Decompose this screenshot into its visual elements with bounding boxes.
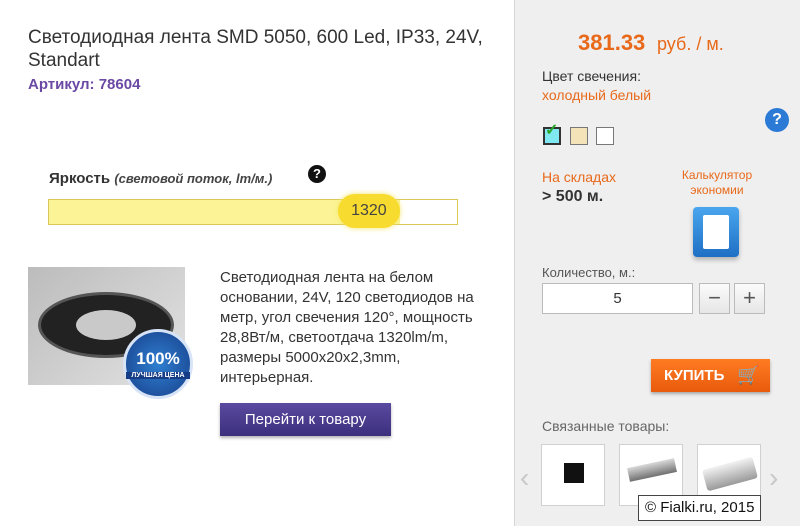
product-panel: Светодиодная лента SMD 5050, 600 Led, IP…: [0, 0, 514, 526]
buy-button-label: КУПИТЬ: [664, 367, 725, 384]
product-description: Светодиодная лента на белом основании, 2…: [220, 269, 474, 386]
help-icon[interactable]: ?: [765, 108, 789, 132]
chevron-left-icon[interactable]: ‹: [520, 462, 529, 494]
chevron-right-icon[interactable]: ›: [769, 462, 778, 494]
checkmark-icon: ✓: [545, 122, 559, 139]
question-icon[interactable]: ?: [308, 165, 326, 183]
product-title: Светодиодная лента SMD 5050, 600 Led, IP…: [28, 27, 483, 71]
brightness-value: 1320: [337, 194, 400, 228]
product-image[interactable]: 100% ЛУЧШАЯ ЦЕНА: [28, 267, 193, 399]
color-label: Цвет свечения:: [542, 68, 641, 84]
color-swatch-white[interactable]: [596, 127, 614, 145]
quantity-input[interactable]: 5: [542, 283, 693, 314]
cart-icon: 🛒: [737, 365, 760, 385]
color-swatch-warm-white[interactable]: [570, 127, 588, 145]
best-price-badge: 100% ЛУЧШАЯ ЦЕНА: [123, 329, 193, 399]
badge-percent: 100%: [136, 349, 180, 368]
calculator-icon[interactable]: [693, 207, 739, 257]
goto-product-button[interactable]: Перейти к товару: [220, 403, 391, 436]
price-value: 381.33: [578, 30, 646, 55]
brightness-subtitle: (световой поток, lm/м.): [114, 171, 273, 186]
related-products-label: Связанные товары:: [542, 418, 670, 434]
buy-button[interactable]: КУПИТЬ 🛒: [651, 359, 770, 392]
stock-value: > 500 м.: [542, 188, 604, 205]
quantity-increase-button[interactable]: +: [734, 283, 765, 314]
article-number: Артикул: 78604: [28, 76, 141, 93]
price-unit: руб. / м.: [657, 34, 724, 54]
brightness-title: Яркость: [49, 170, 111, 187]
quantity-decrease-button[interactable]: −: [699, 283, 730, 314]
color-value: холодный белый: [542, 87, 652, 103]
brightness-bar: 1320: [48, 194, 458, 228]
quantity-label: Количество, м.:: [542, 265, 636, 280]
watermark: © Fialki.ru, 2015: [638, 495, 762, 521]
savings-calculator-link[interactable]: Калькулятор экономии: [672, 168, 762, 198]
stock-label: На складах: [542, 169, 616, 185]
badge-text: ЛУЧШАЯ ЦЕНА: [126, 372, 190, 379]
brightness-label: Яркость (световой поток, lm/м.): [49, 170, 272, 187]
related-product-thumb[interactable]: [541, 444, 605, 506]
